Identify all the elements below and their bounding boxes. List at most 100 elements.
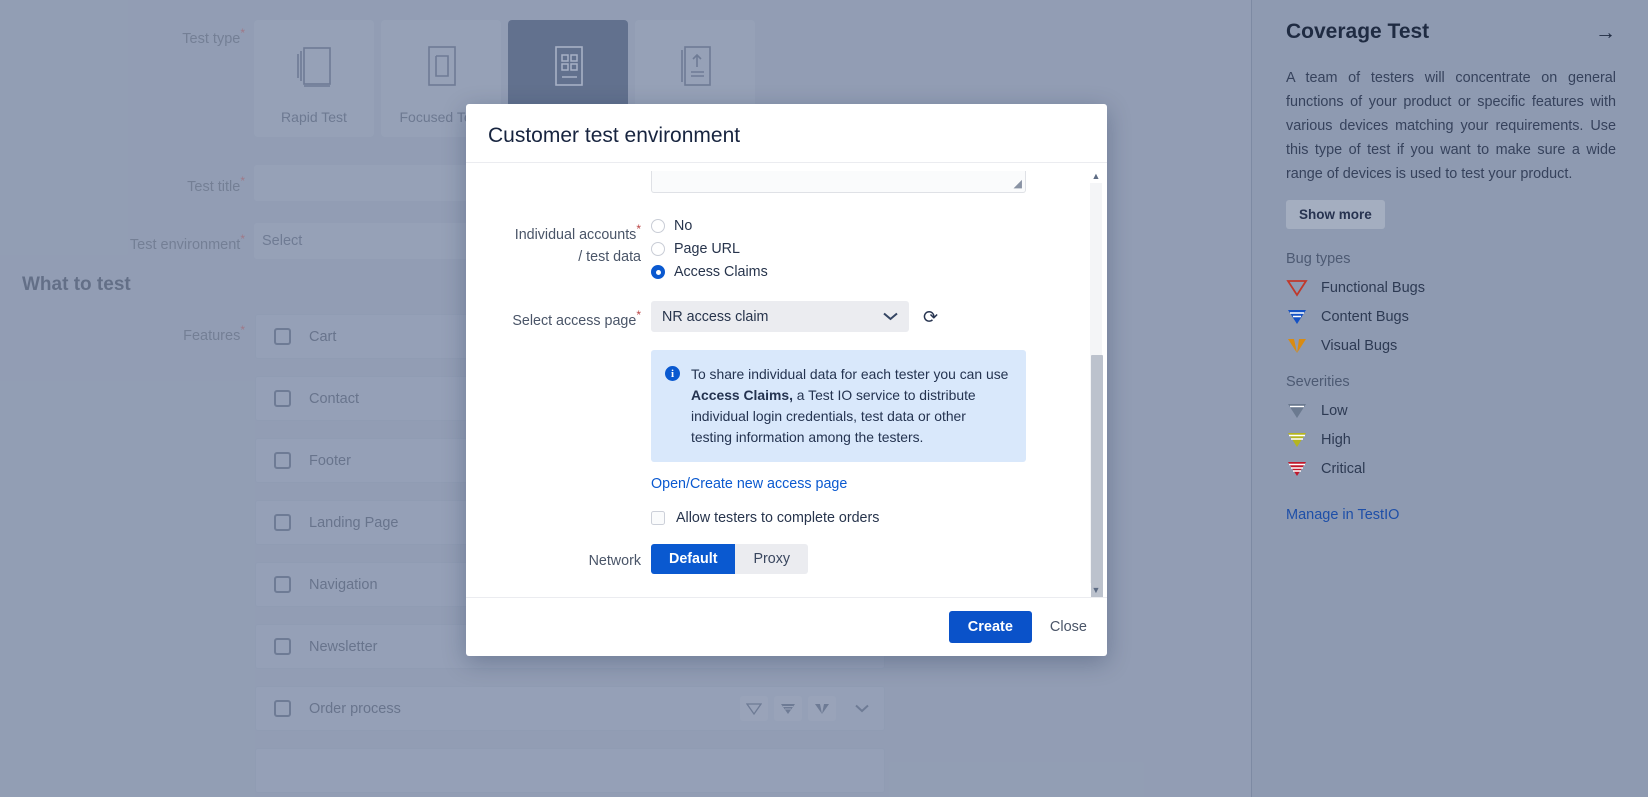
functional-bug-toggle[interactable]	[740, 696, 768, 721]
feature-label: Navigation	[309, 576, 378, 593]
individual-accounts-row: Individual accounts* / test data No Page…	[466, 215, 1107, 284]
functional-bug-icon	[1286, 279, 1308, 297]
sidebar-description: A team of testers will concentrate on ge…	[1286, 70, 1616, 182]
info-text-bold: Access Claims,	[691, 387, 793, 403]
table-row[interactable]	[255, 748, 885, 793]
modal-body: ◢ Individual accounts* / test data No Pa…	[466, 163, 1107, 597]
radio-label: Access Claims	[674, 264, 768, 280]
severity-high-icon	[1288, 432, 1306, 447]
feature-checkbox[interactable]	[274, 390, 291, 407]
table-row[interactable]: Order process	[255, 686, 885, 731]
feature-checkbox[interactable]	[274, 514, 291, 531]
feature-checkbox[interactable]	[274, 638, 291, 655]
feature-bug-type-toggles	[740, 696, 874, 721]
description-row: ◢	[466, 171, 1107, 193]
individual-accounts-label: Individual accounts* / test data	[514, 222, 641, 265]
list-item: Functional Bugs	[1286, 273, 1616, 302]
bug-type-label: Functional Bugs	[1321, 279, 1425, 296]
radio-label: Page URL	[674, 241, 740, 257]
scroll-down-button[interactable]: ▼	[1089, 583, 1103, 597]
visual-bug-toggle[interactable]	[808, 696, 836, 721]
access-page-select[interactable]: NR access claim	[651, 301, 909, 332]
coverage-test-icon	[555, 46, 583, 86]
allow-orders-checkbox[interactable]	[651, 511, 665, 525]
feature-label: Newsletter	[309, 638, 378, 655]
scrollbar-track[interactable]	[1090, 183, 1103, 597]
arrow-right-icon[interactable]: →	[1595, 22, 1616, 43]
modal-scrollbar[interactable]: ▲ ▼	[1089, 169, 1103, 597]
feature-checkbox[interactable]	[274, 328, 291, 345]
scrollbar-thumb[interactable]	[1091, 355, 1103, 597]
content-bug-icon	[1288, 309, 1306, 324]
access-page-value: NR access claim	[662, 308, 769, 325]
bug-types-title: Bug types	[1286, 251, 1351, 267]
info-row: i To share individual data for each test…	[466, 344, 1107, 526]
list-item: Critical	[1286, 454, 1616, 483]
radio-label: No	[674, 218, 693, 234]
radio-option-page-url[interactable]: Page URL	[651, 238, 1079, 260]
feature-checkbox[interactable]	[274, 452, 291, 469]
resize-grip-icon[interactable]: ◢	[1014, 179, 1022, 190]
content-bug-icon	[781, 703, 795, 714]
rapid-test-icon	[297, 47, 331, 87]
modal-header: Customer test environment	[466, 104, 1107, 163]
feature-checkbox[interactable]	[274, 576, 291, 593]
severity-critical-icon	[1288, 461, 1306, 476]
radio-circle[interactable]	[651, 242, 665, 256]
chevron-down-icon	[883, 312, 898, 321]
visual-bug-icon	[1288, 338, 1306, 353]
allow-orders-row[interactable]: Allow testers to complete orders	[651, 510, 1079, 526]
info-icon: i	[665, 366, 680, 381]
feature-checkbox[interactable]	[274, 700, 291, 717]
chevron-down-icon	[855, 704, 869, 713]
scroll-up-button[interactable]: ▲	[1089, 169, 1103, 183]
create-button[interactable]: Create	[948, 611, 1032, 643]
page-title: Coverage Test	[1286, 20, 1430, 43]
content-bug-toggle[interactable]	[774, 696, 802, 721]
show-more-button[interactable]: Show more	[1286, 200, 1385, 229]
description-textarea[interactable]: ◢	[651, 171, 1026, 193]
list-item: Content Bugs	[1286, 302, 1616, 331]
network-option-proxy[interactable]: Proxy	[735, 544, 809, 574]
feature-label: Landing Page	[309, 514, 399, 531]
refresh-icon[interactable]: ⟳	[923, 308, 938, 326]
radio-circle[interactable]	[651, 265, 665, 279]
network-option-default[interactable]: Default	[651, 544, 736, 574]
open-create-access-page-link[interactable]: Open/Create new access page	[651, 476, 847, 492]
network-label: Network	[588, 552, 641, 569]
test-type-card-rapid[interactable]: Rapid Test	[254, 20, 374, 137]
list-item: Low	[1286, 396, 1616, 425]
network-row: Network Default Proxy	[466, 544, 1107, 574]
feature-expand-button[interactable]	[850, 697, 874, 721]
radio-circle[interactable]	[651, 219, 665, 233]
feature-label: Cart	[309, 328, 337, 345]
info-text: To share individual data for each tester…	[691, 364, 1010, 448]
severity-low-icon	[1288, 403, 1306, 418]
radio-option-no[interactable]: No	[651, 215, 1079, 237]
network-segmented-control: Default Proxy	[651, 544, 809, 574]
modal-title: Customer test environment	[488, 124, 741, 147]
use-template-icon	[681, 46, 711, 86]
severity-label: High	[1321, 431, 1351, 448]
severity-label: Critical	[1321, 460, 1366, 477]
select-access-page-label: Select access page*	[512, 308, 641, 329]
severities-title: Severities	[1286, 374, 1350, 390]
test-environment-label: Test environment*	[129, 232, 245, 253]
feature-label: Footer	[309, 452, 351, 469]
test-type-label: Test type*	[182, 26, 245, 47]
manage-in-testio-link[interactable]: Manage in TestIO	[1286, 507, 1616, 523]
allow-orders-label: Allow testers to complete orders	[676, 510, 880, 526]
radio-option-access-claims[interactable]: Access Claims	[651, 261, 1079, 283]
feature-label: Contact	[309, 390, 359, 407]
close-button[interactable]: Close	[1050, 619, 1087, 635]
features-label: Features*	[183, 323, 245, 344]
what-to-test-heading: What to test	[22, 274, 131, 295]
feature-label: Order process	[309, 700, 401, 717]
severity-label: Low	[1321, 402, 1348, 419]
visual-bug-icon	[815, 703, 829, 714]
bug-type-label: Visual Bugs	[1321, 337, 1398, 354]
functional-bug-icon	[746, 702, 762, 715]
individual-accounts-radio-group: No Page URL Access Claims	[651, 215, 1079, 284]
list-item: High	[1286, 425, 1616, 454]
